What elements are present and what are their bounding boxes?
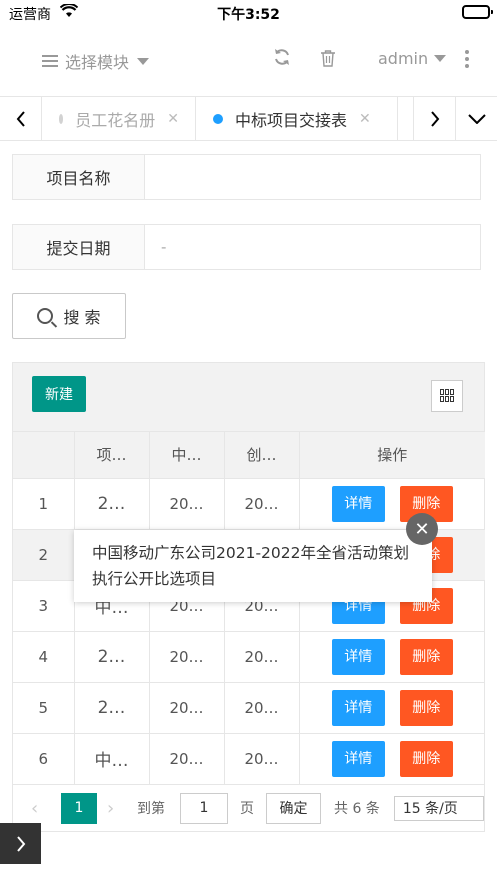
table-cell[interactable]: 20… bbox=[149, 478, 225, 530]
table-row: 6 中… 20… 20… 详情 删除 bbox=[13, 733, 485, 785]
table-cell[interactable]: 2… bbox=[74, 631, 150, 683]
module-selector[interactable]: 选择模块 bbox=[42, 49, 150, 73]
close-icon[interactable]: ✕ bbox=[406, 513, 438, 545]
column-header-actions: 操作 bbox=[299, 432, 485, 479]
row-actions: 详情删除 bbox=[299, 478, 485, 530]
search-button-label: 搜 索 bbox=[63, 308, 101, 327]
submit-date-label: 提交日期 bbox=[13, 225, 145, 269]
chevron-right-icon bbox=[16, 835, 25, 852]
next-page-icon[interactable]: › bbox=[107, 798, 131, 819]
new-button[interactable]: 新建 bbox=[32, 376, 86, 412]
goto-confirm-button[interactable]: 确定 bbox=[266, 792, 321, 824]
goto-page-input[interactable]: 1 bbox=[180, 792, 228, 824]
app-header: 选择模块 admin bbox=[0, 36, 497, 86]
table-cell[interactable]: 中… bbox=[74, 733, 150, 785]
battery-icon bbox=[462, 5, 493, 19]
tab-status-dot bbox=[59, 114, 64, 124]
project-name-input[interactable] bbox=[145, 155, 480, 199]
table-toolbar: 新建 bbox=[13, 363, 484, 432]
detail-button[interactable]: 详情 bbox=[331, 638, 385, 675]
submit-date-field: 提交日期 - bbox=[12, 224, 481, 270]
pagination: ‹ 1 › 到第 1 页 确定 共 6 条 15 条/页 bbox=[13, 785, 485, 831]
row-number: 5 bbox=[13, 682, 75, 734]
column-filter-button[interactable] bbox=[431, 380, 463, 412]
project-name-label: 项目名称 bbox=[13, 155, 145, 199]
caret-down-icon bbox=[434, 55, 447, 62]
table-cell[interactable]: 20… bbox=[149, 733, 225, 785]
columns-icon bbox=[440, 389, 454, 403]
more-vertical-icon[interactable] bbox=[465, 50, 469, 68]
delete-button[interactable]: 删除 bbox=[399, 689, 453, 726]
refresh-icon[interactable] bbox=[273, 48, 291, 71]
tab-menu-button[interactable] bbox=[455, 97, 497, 141]
column-header[interactable]: 创… bbox=[224, 432, 300, 479]
table-cell[interactable]: 20… bbox=[149, 682, 225, 734]
table-row: 4 2… 20… 20… 详情 删除 bbox=[13, 631, 485, 683]
chevron-left-icon bbox=[16, 111, 25, 127]
tab-scroll-left-button[interactable] bbox=[0, 97, 42, 141]
table-cell[interactable]: 20… bbox=[149, 631, 225, 683]
table-row: 5 2… 20… 20… 详情 删除 bbox=[13, 682, 485, 734]
search-button[interactable]: 搜 索 bbox=[12, 293, 126, 339]
tab-bid-project-handover[interactable]: 中标项目交接表 ✕ bbox=[196, 97, 398, 140]
row-number: 4 bbox=[13, 631, 75, 683]
delete-button[interactable]: 删除 bbox=[399, 740, 453, 777]
user-menu[interactable]: admin bbox=[378, 49, 447, 68]
detail-button[interactable]: 详情 bbox=[331, 740, 385, 777]
goto-label: 到第 bbox=[137, 801, 165, 817]
submit-date-input[interactable]: - bbox=[145, 225, 480, 269]
page-size-select[interactable]: 15 条/页 bbox=[393, 795, 484, 821]
column-header[interactable]: 中… bbox=[149, 432, 225, 479]
page-number-current[interactable]: 1 bbox=[61, 792, 97, 824]
tab-employee-roster[interactable]: 员工花名册 ✕ bbox=[42, 97, 196, 140]
close-icon[interactable]: ✕ bbox=[167, 111, 179, 127]
list-icon bbox=[42, 55, 58, 67]
row-number: 2 bbox=[13, 529, 75, 581]
trash-icon[interactable] bbox=[320, 49, 342, 73]
row-number: 3 bbox=[13, 580, 75, 632]
search-icon bbox=[37, 308, 54, 324]
row-actions: 详情删除 bbox=[299, 682, 485, 734]
tab-scroll-right-button[interactable] bbox=[413, 97, 455, 141]
clock: 下午3:52 bbox=[217, 7, 280, 23]
data-table: 项… 中… 创… 操作 1 2… 20… 20… 详情删除 2 详情删除 bbox=[13, 432, 485, 785]
table-cell[interactable]: 20… bbox=[224, 682, 300, 734]
caret-down-icon bbox=[137, 57, 150, 65]
page-unit-label: 页 bbox=[240, 801, 254, 817]
tab-bar: 员工花名册 ✕ 中标项目交接表 ✕ bbox=[0, 96, 497, 141]
chevron-right-icon bbox=[430, 111, 439, 127]
table-cell[interactable]: 20… bbox=[224, 733, 300, 785]
tab-status-dot bbox=[213, 114, 223, 124]
close-icon[interactable]: ✕ bbox=[359, 111, 371, 127]
prev-page-icon[interactable]: ‹ bbox=[31, 798, 55, 819]
table-cell[interactable]: 20… bbox=[224, 631, 300, 683]
project-name-field: 项目名称 bbox=[12, 154, 481, 200]
status-bar: 运营商 下午3:52 bbox=[0, 0, 497, 26]
chevron-down-icon bbox=[467, 114, 486, 124]
table-header-row: 项… 中… 创… 操作 bbox=[13, 432, 485, 479]
detail-button[interactable]: 详情 bbox=[331, 485, 385, 522]
row-actions: 详情删除 bbox=[299, 733, 485, 785]
cell-tooltip: 中国移动广东公司2021-2022年全省活动策划执行公开比选项目 bbox=[74, 530, 432, 602]
module-selector-label: 选择模块 bbox=[65, 53, 130, 72]
total-count: 共 6 条 bbox=[334, 801, 380, 817]
detail-button[interactable]: 详情 bbox=[331, 689, 385, 726]
row-number: 1 bbox=[13, 478, 75, 530]
table-cell[interactable]: 2… bbox=[74, 478, 150, 530]
table-cell[interactable]: 2… bbox=[74, 682, 150, 734]
column-header[interactable]: 项… bbox=[74, 432, 150, 479]
tab-label: 中标项目交接表 bbox=[235, 111, 348, 130]
row-number: 6 bbox=[13, 733, 75, 785]
table-cell[interactable]: 20… bbox=[224, 478, 300, 530]
side-panel-toggle[interactable] bbox=[0, 823, 41, 864]
row-actions: 详情删除 bbox=[299, 631, 485, 683]
tab-label: 员工花名册 bbox=[75, 111, 156, 130]
column-header-index bbox=[13, 432, 75, 479]
user-name: admin bbox=[378, 49, 429, 68]
delete-button[interactable]: 删除 bbox=[399, 638, 453, 675]
